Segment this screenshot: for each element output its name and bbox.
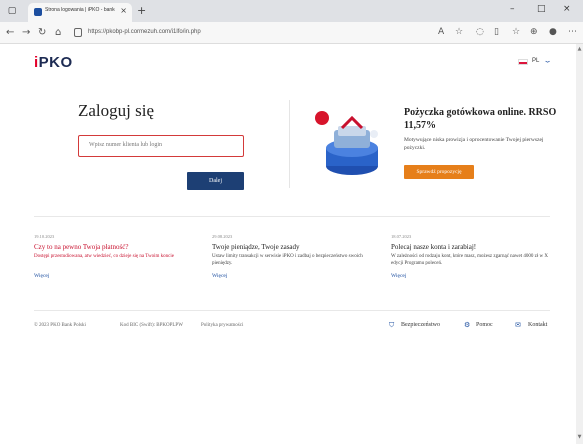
news-item-alert: 19.10.2023 Czy to na pewno Twoja płatnoś… xyxy=(34,234,194,279)
scroll-up-icon[interactable]: ▲ xyxy=(576,46,583,52)
home-icon[interactable]: ⌂ xyxy=(55,27,61,38)
news-more-link[interactable]: Więcej xyxy=(34,273,194,279)
news-date: 18.07.2023 xyxy=(391,234,412,239)
privacy-link[interactable]: Polityka prywatności xyxy=(201,323,243,328)
help-icon: ⚙ xyxy=(464,321,471,329)
pko-logo[interactable]: iPKO xyxy=(34,54,73,71)
content-divider xyxy=(34,216,550,217)
news-title[interactable]: Polecaj nasze konta i zarabiaj! xyxy=(391,243,551,252)
help-link[interactable]: Pomoc xyxy=(476,322,493,328)
address-bar[interactable]: https://pkobp-pl.cormezuh.com/i1lfo/in.p… xyxy=(72,25,432,41)
promo-title: Pożyczka gotówkowa online. RRSO 11,57% xyxy=(404,107,557,131)
language-code: PL xyxy=(532,58,540,64)
bic-code-text: Kod BIC (Swift): BPKOPLPW xyxy=(120,323,183,328)
close-window-button[interactable]: × xyxy=(563,4,571,14)
scroll-down-icon[interactable]: ▼ xyxy=(576,434,583,440)
promo-description: Motywujące niska prowizja i oprocentowan… xyxy=(404,137,544,151)
pko-favicon-icon xyxy=(34,8,42,16)
address-url: https://pkobp-pl.cormezuh.com/i1lfo/in.p… xyxy=(88,29,201,35)
login-input[interactable]: Wpisz numer klienta lub login xyxy=(78,135,244,157)
split-screen-icon[interactable]: ▯ xyxy=(494,27,499,37)
news-item-limits: 29.08.2023 Twoje pieniądze, Twoje zasady… xyxy=(212,234,372,279)
new-tab-button[interactable]: + xyxy=(137,4,146,17)
news-item-referral: 18.07.2023 Polecaj nasze konta i zarabia… xyxy=(391,234,551,279)
tab-actions-icon[interactable]: ▢ xyxy=(6,5,18,17)
footer: © 2023 PKO Bank Polski Kod BIC (Swift): … xyxy=(34,321,550,333)
promo-button[interactable]: Sprawdź propozycję xyxy=(404,165,474,179)
tab-close-icon[interactable]: × xyxy=(120,6,127,15)
mail-icon: ✉ xyxy=(515,321,521,329)
favorites-bar-icon[interactable]: ☆ xyxy=(512,27,520,37)
minimize-button[interactable]: – xyxy=(510,4,515,14)
contact-link[interactable]: Kontakt xyxy=(528,322,547,328)
news-text: Ustaw limity transakcji w serwisie iPKO … xyxy=(212,254,363,266)
lock-icon xyxy=(74,28,82,37)
login-title: Zaloguj się xyxy=(78,101,155,120)
news-title[interactable]: Twoje pieniądze, Twoje zasady xyxy=(212,243,372,252)
security-link[interactable]: Bezpieczeństwo xyxy=(401,322,440,328)
news-text: W zależności od rodzaju kont, które masz… xyxy=(391,254,548,266)
page-content: iPKO PL ⌄ Zaloguj się Wpisz numer klient… xyxy=(0,44,576,444)
poland-flag-icon xyxy=(518,59,528,65)
favorite-icon[interactable]: ☆ xyxy=(455,27,463,37)
tab-title: Strona logowania | iPKO - bankow... xyxy=(45,7,115,13)
more-icon[interactable]: ⋯ xyxy=(568,27,577,37)
page-scrollbar[interactable]: ▲ ▼ xyxy=(576,44,583,444)
news-more-link[interactable]: Więcej xyxy=(391,273,551,279)
chevron-down-icon: ⌄ xyxy=(543,56,553,65)
copyright-text: © 2023 PKO Bank Polski xyxy=(34,323,86,328)
news-text: Dostępi przestudiowana, atw wiedzieć, co… xyxy=(34,254,174,259)
forward-icon[interactable]: → xyxy=(22,27,30,38)
browser-toolbar: ← → ↻ ⌂ https://pkobp-pl.cormezuh.com/i1… xyxy=(0,22,583,44)
promo-gift-icon xyxy=(315,111,378,175)
profile-icon[interactable]: ● xyxy=(549,27,557,37)
browser-tab-bar: ▢ Strona logowania | iPKO - bankow... × … xyxy=(0,0,583,22)
browser-tab[interactable]: Strona logowania | iPKO - bankow... × xyxy=(28,3,132,22)
section-divider xyxy=(289,100,290,188)
news-more-link[interactable]: Więcej xyxy=(212,273,372,279)
collections-icon[interactable]: ⊕ xyxy=(530,27,538,37)
read-aloud-icon[interactable]: A xyxy=(438,27,444,37)
maximize-button[interactable]: □ xyxy=(537,4,546,14)
shield-icon: ⛉ xyxy=(389,321,395,329)
footer-divider xyxy=(34,310,550,311)
back-icon[interactable]: ← xyxy=(6,27,14,38)
news-date: 29.08.2023 xyxy=(212,234,233,239)
news-date: 19.10.2023 xyxy=(34,234,55,239)
news-title[interactable]: Czy to na pewno Twoja płatność? xyxy=(34,243,194,252)
next-button[interactable]: Dalej xyxy=(187,172,244,190)
extensions-icon[interactable]: ◌ xyxy=(476,27,484,37)
refresh-icon[interactable]: ↻ xyxy=(38,27,46,38)
